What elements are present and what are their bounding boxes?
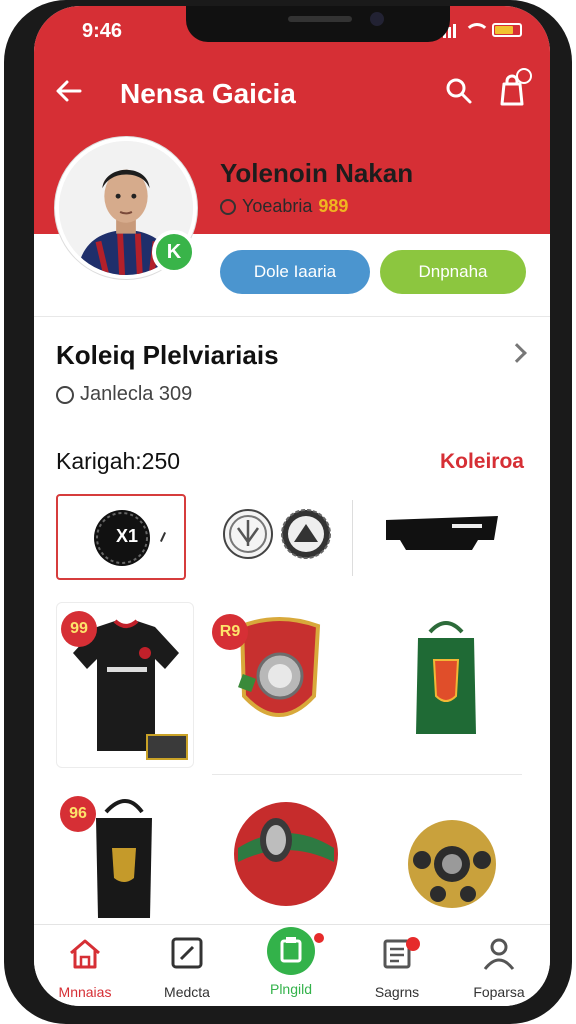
item-card[interactable] (382, 510, 502, 558)
item-card-tote[interactable]: 96 (56, 792, 174, 922)
app-bar: Nensa Gaicia (34, 64, 550, 124)
nav-item-profile[interactable]: Foparsa (454, 933, 544, 1000)
nav-item-edit[interactable]: Medcta (142, 933, 232, 1000)
user-name: Yolenoin Nakan (220, 158, 414, 188)
nav-item-docs[interactable]: Sagrns (352, 933, 442, 1000)
speaker (288, 16, 352, 22)
nav-label-home: Mnnaias (58, 984, 112, 1000)
tick-mark (159, 532, 167, 542)
divider (34, 316, 550, 317)
nav-dot (406, 937, 420, 951)
item-card[interactable] (220, 506, 276, 562)
item-card-orb[interactable] (400, 814, 504, 912)
item-card-jersey[interactable]: 99 (56, 602, 194, 768)
notification-badge (516, 68, 532, 84)
back-arrow-icon[interactable] (54, 76, 84, 106)
scarf-icon (386, 516, 498, 550)
primary-action-button[interactable]: Dole Iaaria (220, 250, 370, 294)
item-card-shield[interactable]: R9 (212, 606, 344, 746)
nav-label-profile: Foparsa (473, 984, 525, 1000)
bag-icon (416, 621, 476, 734)
collection-subtitle-text: Janlecla 309 (80, 383, 193, 405)
price-badge: 96 (60, 796, 96, 832)
clock-icon (56, 385, 74, 404)
verified-badge-icon: K (152, 230, 196, 274)
nav-item-center[interactable]: Plngild (246, 927, 336, 997)
user-points: 989 (318, 196, 349, 216)
status-time: 9:46 (82, 20, 123, 42)
ball-icon (234, 802, 338, 906)
notch (186, 6, 450, 42)
collection-title: Koleiq Plelviariais (56, 340, 279, 370)
medal-icon (223, 509, 273, 559)
edit-icon (171, 937, 203, 969)
app-screen: 9:46 Nensa Gaicia K Yolenoin Nakan Yoeab… (34, 6, 550, 1006)
search-icon[interactable] (444, 76, 474, 106)
bottom-navigation: Mnnaias Medcta Plngild Sagrns Foparsa (34, 924, 550, 1006)
item-card[interactable] (278, 506, 334, 562)
nav-label-docs: Sagrns (374, 984, 420, 1000)
category-link[interactable]: Koleiroa (440, 450, 524, 474)
collection-subtitle: Janlecla 309 (56, 383, 530, 406)
item-selected-label: X1 (116, 526, 139, 546)
item-card-selected[interactable]: X1 (56, 494, 186, 580)
collection-header[interactable]: Koleiq Plelviariais Janlecla 309 (56, 340, 530, 406)
item-card-ball[interactable] (230, 798, 342, 910)
status-icons (438, 22, 522, 38)
category-row: Karigah:250 Koleiroa (56, 448, 530, 478)
user-subtitle: Yoeabria 989 (220, 196, 348, 217)
price-badge: R9 (212, 614, 248, 650)
nav-label-center: Plngild (269, 981, 313, 997)
badge-icon (281, 509, 331, 559)
page-title: Nensa Gaicia (120, 78, 296, 109)
user-status-icon (220, 198, 236, 215)
nav-item-home[interactable]: Mnnaias (40, 933, 130, 1000)
item-card-bag[interactable] (410, 612, 482, 736)
user-subtitle-text: Yoeabria (242, 196, 313, 216)
secondary-action-button[interactable]: Dnpnaha (380, 250, 526, 294)
front-camera (370, 12, 384, 26)
orb-icon (408, 820, 496, 908)
user-icon (483, 938, 515, 970)
battery-icon (492, 23, 522, 37)
nav-label-edit: Medcta (164, 984, 210, 1000)
divider (212, 774, 522, 775)
nav-dot (314, 933, 324, 943)
phone-frame: 9:46 Nensa Gaicia K Yolenoin Nakan Yoeab… (4, 0, 572, 1024)
price-badge: 99 (61, 611, 97, 647)
divider (352, 500, 353, 576)
wifi-icon (464, 23, 490, 37)
clipboard-icon (267, 927, 315, 975)
home-icon (70, 939, 100, 969)
category-label: Karigah:250 (56, 448, 181, 474)
